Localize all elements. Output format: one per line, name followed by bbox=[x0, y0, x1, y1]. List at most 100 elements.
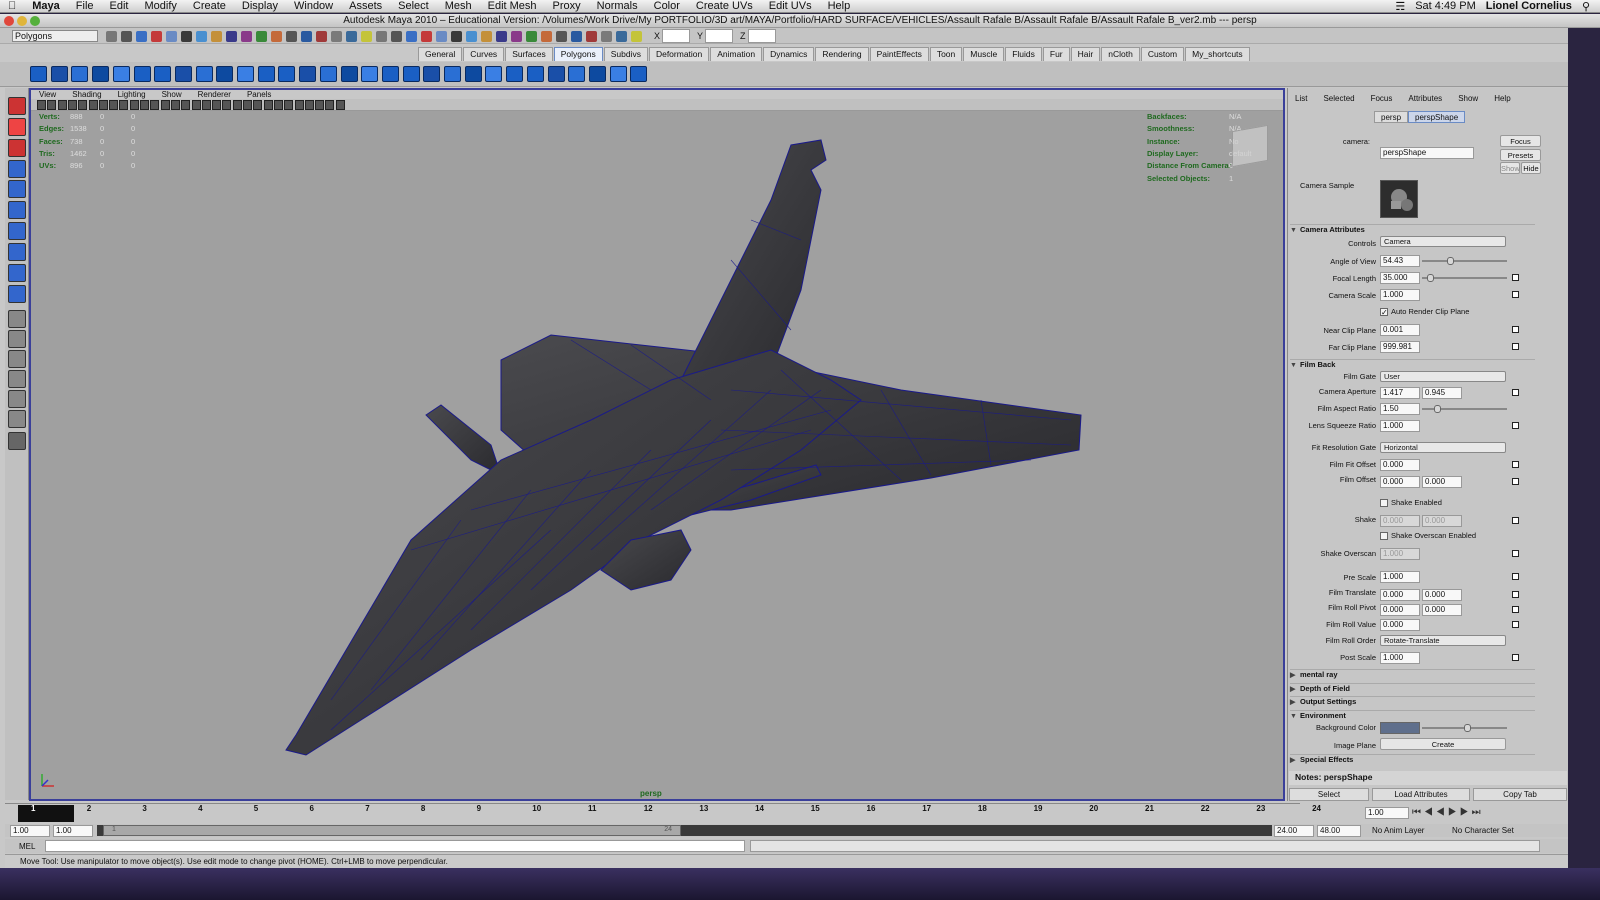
map-button-icon[interactable] bbox=[1512, 517, 1519, 524]
viewport-toolbar-icon[interactable] bbox=[140, 100, 149, 110]
status-tool-icon[interactable] bbox=[136, 31, 147, 42]
start-time-field[interactable]: 1.00 bbox=[10, 825, 50, 837]
toolbox-tool-icon[interactable] bbox=[8, 97, 26, 115]
shelf-tab-muscle[interactable]: Muscle bbox=[963, 47, 1005, 61]
character-set-dropdown[interactable]: No Character Set bbox=[1452, 826, 1514, 835]
ae-menu-list[interactable]: List bbox=[1287, 94, 1315, 104]
vp-menu-lighting[interactable]: Lighting bbox=[110, 90, 154, 99]
map-button-icon[interactable] bbox=[1512, 606, 1519, 613]
status-tool-icon[interactable] bbox=[631, 31, 642, 42]
map-button-icon[interactable] bbox=[1512, 621, 1519, 628]
shelf-polygon-icon[interactable] bbox=[50, 66, 68, 82]
status-tool-icon[interactable] bbox=[256, 31, 267, 42]
slider-handle[interactable] bbox=[1427, 274, 1434, 282]
status-tool-icon[interactable] bbox=[481, 31, 492, 42]
viewport-toolbar-icon[interactable] bbox=[232, 100, 242, 110]
hide-button[interactable]: Hide bbox=[1521, 162, 1541, 174]
viewport-toolbar-icon[interactable] bbox=[325, 100, 335, 110]
shelf-tab-painteffects[interactable]: PaintEffects bbox=[869, 47, 929, 61]
menu-edit-uvs[interactable]: Edit UVs bbox=[761, 0, 820, 12]
shelf-tab-custom[interactable]: Custom bbox=[1140, 47, 1185, 61]
vp-menu-show[interactable]: Show bbox=[154, 90, 190, 99]
section-environment[interactable]: ▼ Environment bbox=[1290, 710, 1535, 721]
section-depth-of-field[interactable]: ▶ Depth of Field bbox=[1290, 683, 1535, 694]
viewport-toolbar-icon[interactable] bbox=[88, 100, 98, 110]
viewport-toolbar-icon[interactable] bbox=[273, 100, 283, 110]
shelf-polygon-icon[interactable] bbox=[568, 66, 586, 82]
toolbox-tool-icon[interactable] bbox=[8, 118, 26, 136]
fit-gate-dropdown[interactable]: Horizontal bbox=[1380, 442, 1506, 453]
shelf-polygon-icon[interactable] bbox=[609, 66, 627, 82]
status-tool-icon[interactable] bbox=[166, 31, 177, 42]
map-button-icon[interactable] bbox=[1512, 573, 1519, 580]
vp-menu-renderer[interactable]: Renderer bbox=[190, 90, 239, 99]
status-tool-icon[interactable] bbox=[181, 31, 192, 42]
shake-enabled-checkbox[interactable] bbox=[1380, 499, 1388, 507]
status-tool-icon[interactable] bbox=[496, 31, 507, 42]
status-tool-icon[interactable] bbox=[451, 31, 462, 42]
menu-create-uvs[interactable]: Create UVs bbox=[688, 0, 761, 12]
viewport-toolbar-icon[interactable] bbox=[191, 100, 201, 110]
status-tool-icon[interactable] bbox=[391, 31, 402, 42]
shelf-polygon-icon[interactable] bbox=[174, 66, 192, 82]
camera-scale-field[interactable]: 1.000 bbox=[1380, 289, 1420, 301]
menu-edit[interactable]: Edit bbox=[102, 0, 137, 12]
shelf-polygon-icon[interactable] bbox=[485, 66, 503, 82]
toolbox-tool-icon[interactable] bbox=[8, 201, 26, 219]
shelf-tab-surfaces[interactable]: Surfaces bbox=[505, 47, 553, 61]
roll-value-field[interactable]: 0.000 bbox=[1380, 619, 1420, 631]
status-tool-icon[interactable] bbox=[361, 31, 372, 42]
section-output-settings[interactable]: ▶ Output Settings bbox=[1290, 696, 1535, 707]
toolbox-tool-icon[interactable] bbox=[8, 160, 26, 178]
shelf-polygon-icon[interactable] bbox=[278, 66, 296, 82]
shelf-polygon-icon[interactable] bbox=[526, 66, 544, 82]
aperture-y-field[interactable]: 0.945 bbox=[1422, 387, 1462, 399]
status-tool-icon[interactable] bbox=[271, 31, 282, 42]
current-time-marker[interactable] bbox=[18, 805, 74, 822]
film-offset-x-field[interactable]: 0.000 bbox=[1380, 476, 1420, 488]
status-tool-icon[interactable] bbox=[541, 31, 552, 42]
viewport-toolbar-icon[interactable] bbox=[181, 100, 191, 110]
ae-menu-show[interactable]: Show bbox=[1450, 94, 1486, 104]
viewport-toolbar-icon[interactable] bbox=[304, 100, 314, 110]
section-toggle-icon[interactable]: ▼ bbox=[1290, 362, 1300, 369]
playback-end-field[interactable]: 24.00 bbox=[1274, 825, 1314, 837]
status-tool-icon[interactable] bbox=[586, 31, 597, 42]
shelf-polygon-icon[interactable] bbox=[112, 66, 130, 82]
toolbox-tool-icon[interactable] bbox=[8, 432, 26, 450]
menu-normals[interactable]: Normals bbox=[589, 0, 646, 12]
viewport-toolbar-icon[interactable] bbox=[150, 100, 160, 110]
shelf-polygon-icon[interactable] bbox=[237, 66, 254, 82]
near-clip-field[interactable]: 0.001 bbox=[1380, 324, 1420, 336]
pre-scale-field[interactable]: 1.000 bbox=[1380, 571, 1420, 583]
roll-pivot-y-field[interactable]: 0.000 bbox=[1422, 604, 1462, 616]
roll-pivot-x-field[interactable]: 0.000 bbox=[1380, 604, 1420, 616]
menu-edit-mesh[interactable]: Edit Mesh bbox=[480, 0, 545, 12]
shelf-polygon-icon[interactable] bbox=[133, 66, 151, 82]
status-tool-icon[interactable] bbox=[106, 31, 117, 42]
map-button-icon[interactable] bbox=[1512, 274, 1519, 281]
status-tool-icon[interactable] bbox=[241, 31, 252, 42]
focus-button[interactable]: Focus bbox=[1500, 135, 1541, 147]
minimize-button[interactable] bbox=[17, 16, 27, 26]
map-button-icon[interactable] bbox=[1512, 591, 1519, 598]
film-gate-dropdown[interactable]: User bbox=[1380, 371, 1506, 382]
bg-color-swatch[interactable] bbox=[1380, 722, 1420, 734]
shelf-polygon-icon[interactable] bbox=[92, 66, 110, 82]
toolbox-tool-icon[interactable] bbox=[8, 410, 26, 428]
status-tool-icon[interactable] bbox=[196, 31, 207, 42]
shelf-tab-general[interactable]: General bbox=[418, 47, 463, 61]
toolbox-tool-icon[interactable] bbox=[8, 390, 26, 408]
status-tool-icon[interactable] bbox=[151, 31, 162, 42]
shelf-tab-curves[interactable]: Curves bbox=[463, 47, 505, 61]
film-translate-x-field[interactable]: 0.000 bbox=[1380, 589, 1420, 601]
far-clip-field[interactable]: 999.981 bbox=[1380, 341, 1420, 353]
shake-overscan-field[interactable]: 1.000 bbox=[1380, 548, 1420, 560]
shelf-polygon-icon[interactable] bbox=[319, 66, 337, 82]
tab-perspShape[interactable]: perspShape bbox=[1408, 111, 1466, 123]
map-button-icon[interactable] bbox=[1512, 343, 1519, 350]
section-camera-attributes[interactable]: ▼ Camera Attributes bbox=[1290, 224, 1535, 235]
viewport-toolbar-icon[interactable] bbox=[119, 100, 129, 110]
shelf-tab-my_shortcuts[interactable]: My_shortcuts bbox=[1185, 47, 1250, 61]
spotlight-icon[interactable]: ⚲ bbox=[1582, 0, 1590, 13]
